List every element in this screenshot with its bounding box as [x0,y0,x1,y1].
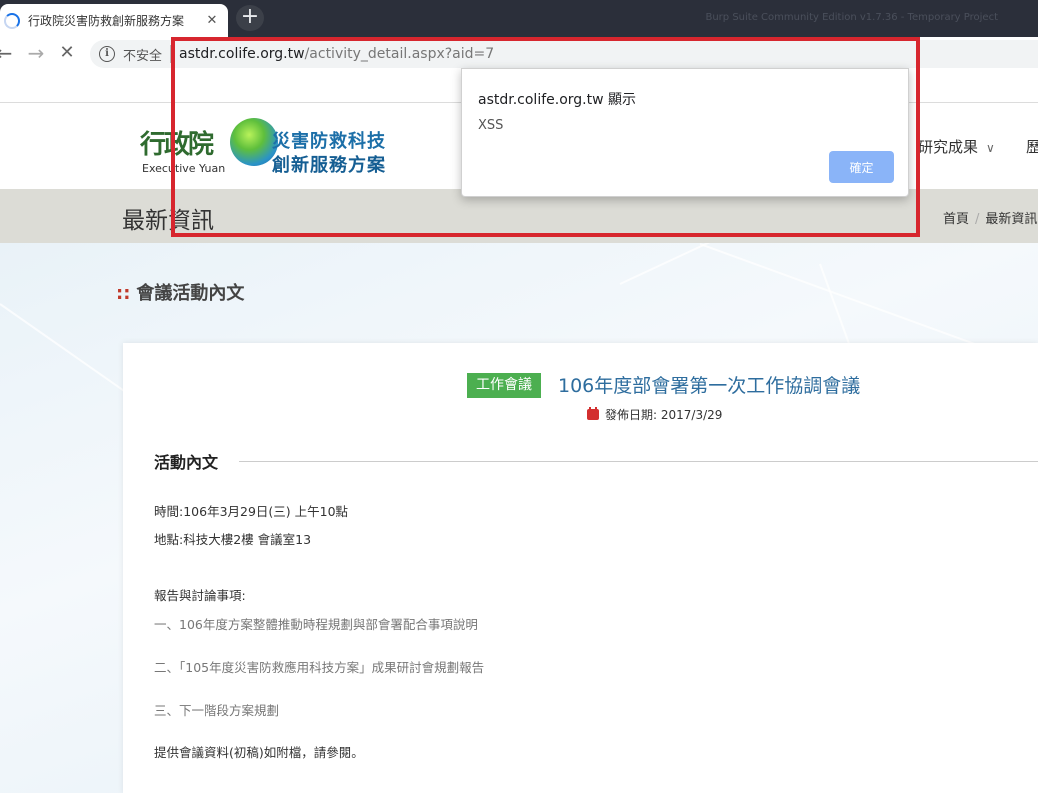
menu-item-label: 歷 [1026,138,1038,156]
chevron-down-icon: ∨ [986,141,995,155]
body-text-agenda-1: 一、106年度方案整體推動時程規劃與部會署配合事項說明 [154,617,478,632]
alert-message: XSS [478,118,504,133]
content-subheading: 活動內文 [154,453,219,472]
breadcrumb-separator: / [975,212,980,227]
article-card: 工作會議 106年度部會署第一次工作協調會議 發佈日期: 2017/3/29 活… [123,343,1038,793]
globe-icon [230,118,278,166]
date-label: 發佈日期: [605,408,658,422]
breadcrumb-news[interactable]: 最新資訊 [985,212,1037,227]
tab-close-icon[interactable]: ✕ [204,13,220,28]
address-bar[interactable]: i 不安全 astdr.colife.org.tw/activity_detai… [90,40,1038,68]
stop-loading-icon[interactable]: ✕ [55,41,79,65]
date-value: 2017/3/29 [660,407,723,422]
body-text-time: 時間:106年3月29日(三) 上午10點 [154,504,349,519]
article-title: 106年度部會署第一次工作協調會議 [558,375,861,397]
url-text[interactable]: astdr.colife.org.tw/activity_detail.aspx… [179,46,494,62]
omnibox-separator [170,45,172,63]
publish-date: 發佈日期: 2017/3/29 [587,406,722,423]
back-arrow-icon[interactable]: ← [0,41,16,65]
logo-line-2: 創新服務方案 [272,155,386,176]
menu-item-research[interactable]: 研究成果 ∨ [918,136,995,157]
body-text-agenda-2: 二、「105年度災害防救應用科技方案」成果研討會規劃報告 [154,660,485,675]
logo-english-text: Executive Yuan [142,162,226,175]
category-badge: 工作會議 [467,373,541,398]
loading-spinner-icon [4,12,20,29]
alert-dialog: astdr.colife.org.tw 顯示 XSS 確定 [461,68,909,197]
site-logo[interactable]: 行政院 Executive Yuan 災害防救科技 創新服務方案 [140,114,390,184]
page-title: 最新資訊 [122,208,214,234]
section-dots: :: [116,283,131,304]
bg-decoration [619,243,1038,285]
body-text-attachment-note: 提供會議資料(初稿)如附檔，請參閱。 [154,745,364,760]
new-tab-button[interactable]: + [236,5,264,31]
background-window-title: Burp Suite Community Edition v1.7.36 - T… [705,12,998,23]
breadcrumb: 首頁 / 最新資訊 [943,208,1037,227]
section-title: 會議活動內文 [136,283,245,304]
menu-item-label: 研究成果 [918,138,979,156]
section-heading: :: 會議活動內文 [116,279,244,305]
calendar-icon [587,407,599,420]
logo-line-1: 災害防救科技 [272,131,386,152]
info-icon[interactable]: i [99,46,115,62]
tab-title: 行政院災害防救創新服務方案 [28,14,185,28]
page-title-band: 最新資訊 首頁 / 最新資訊 [0,189,1038,243]
browser-tabstrip: Burp Suite Community Edition v1.7.36 - T… [0,0,1038,37]
breadcrumb-home[interactable]: 首頁 [943,212,969,227]
divider [239,461,1038,462]
alert-ok-button[interactable]: 確定 [829,151,894,183]
browser-tab-active[interactable]: 行政院災害防救創新服務方案 ✕ [0,4,228,37]
menu-item-history[interactable]: 歷 [1026,136,1038,157]
url-host: astdr.colife.org.tw [179,46,305,62]
insecure-label[interactable]: 不安全 [123,45,162,64]
url-path: /activity_detail.aspx?aid=7 [304,46,495,62]
logo-yuan-text: 行政院 [140,130,214,160]
body-text-location: 地點:科技大樓2樓 會議室13 [154,532,312,547]
forward-arrow-icon[interactable]: → [24,41,48,65]
body-text-agenda-heading: 報告與討論事項: [154,588,246,603]
body-text-agenda-3: 三、下一階段方案規劃 [154,703,280,718]
browser-toolbar: ← → ✕ i 不安全 astdr.colife.org.tw/activity… [0,37,1038,70]
alert-title: astdr.colife.org.tw 顯示 [478,92,637,108]
